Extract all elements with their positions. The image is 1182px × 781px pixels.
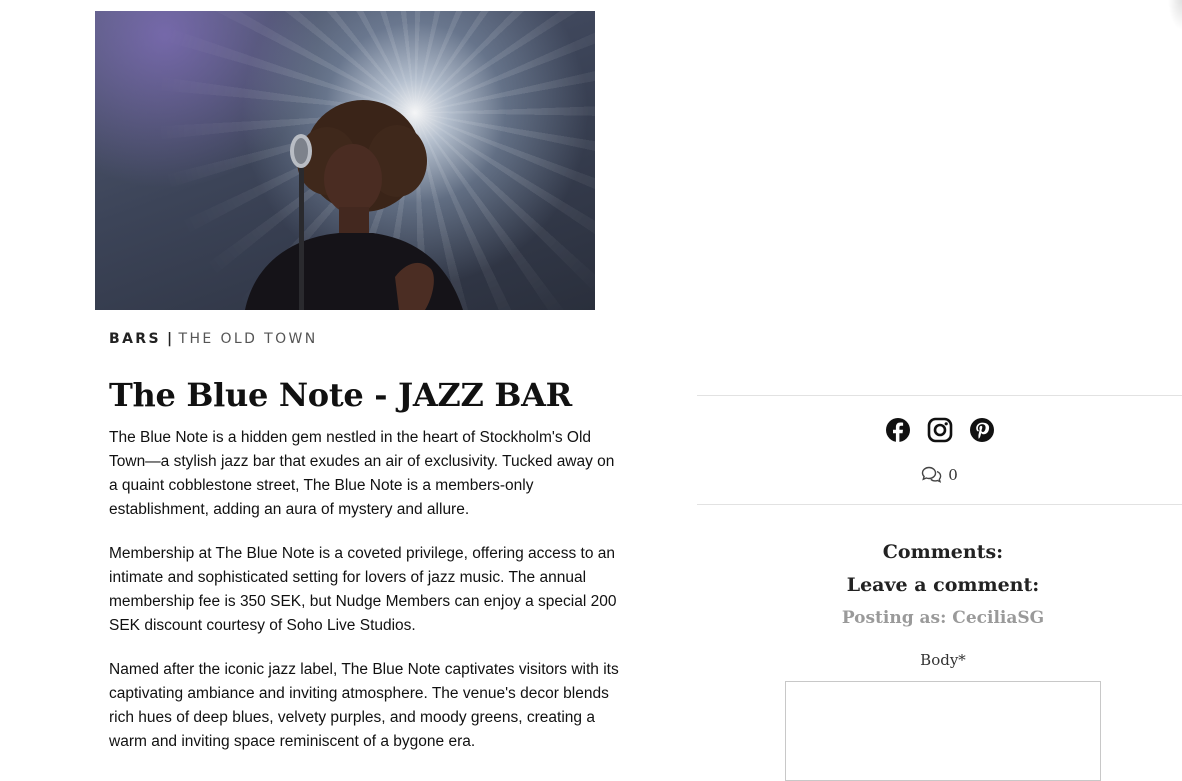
comment-body-textarea[interactable] xyxy=(785,681,1101,781)
pinterest-icon[interactable] xyxy=(969,417,995,443)
article-paragraph: Named after the iconic jazz label, The B… xyxy=(109,661,619,750)
singer-illustration xyxy=(245,100,463,310)
instagram-icon[interactable] xyxy=(927,417,953,443)
comment-count-value: 0 xyxy=(948,466,958,484)
comments-heading: Comments: xyxy=(882,541,1004,563)
article-body: The Blue Note is a hidden gem nestled in… xyxy=(109,426,624,774)
share-panel: 0 xyxy=(697,395,1182,505)
posting-as-label: Posting as: CeciliaSG xyxy=(841,608,1045,628)
category-separator: | xyxy=(166,331,175,347)
comment-count[interactable]: 0 xyxy=(697,466,1182,484)
social-links xyxy=(697,417,1182,443)
leave-comment-heading: Leave a comment: xyxy=(846,574,1040,596)
body-field-label: Body* xyxy=(920,651,966,669)
article-category: BARS | THE OLD TOWN xyxy=(109,331,318,347)
article-title: The Blue Note - JAZZ BAR xyxy=(109,376,572,414)
area-label[interactable]: THE OLD TOWN xyxy=(179,331,318,347)
hero-image xyxy=(95,11,595,310)
article-paragraph: The Blue Note is a hidden gem nestled in… xyxy=(109,429,615,518)
comments-section: Comments: Leave a comment: Posting as: C… xyxy=(697,536,1182,634)
category-label[interactable]: BARS xyxy=(109,331,161,347)
facebook-icon[interactable] xyxy=(885,417,911,443)
comments-icon xyxy=(922,466,942,483)
article-paragraph: Membership at The Blue Note is a coveted… xyxy=(109,545,617,634)
corner-shadow xyxy=(1168,0,1182,30)
